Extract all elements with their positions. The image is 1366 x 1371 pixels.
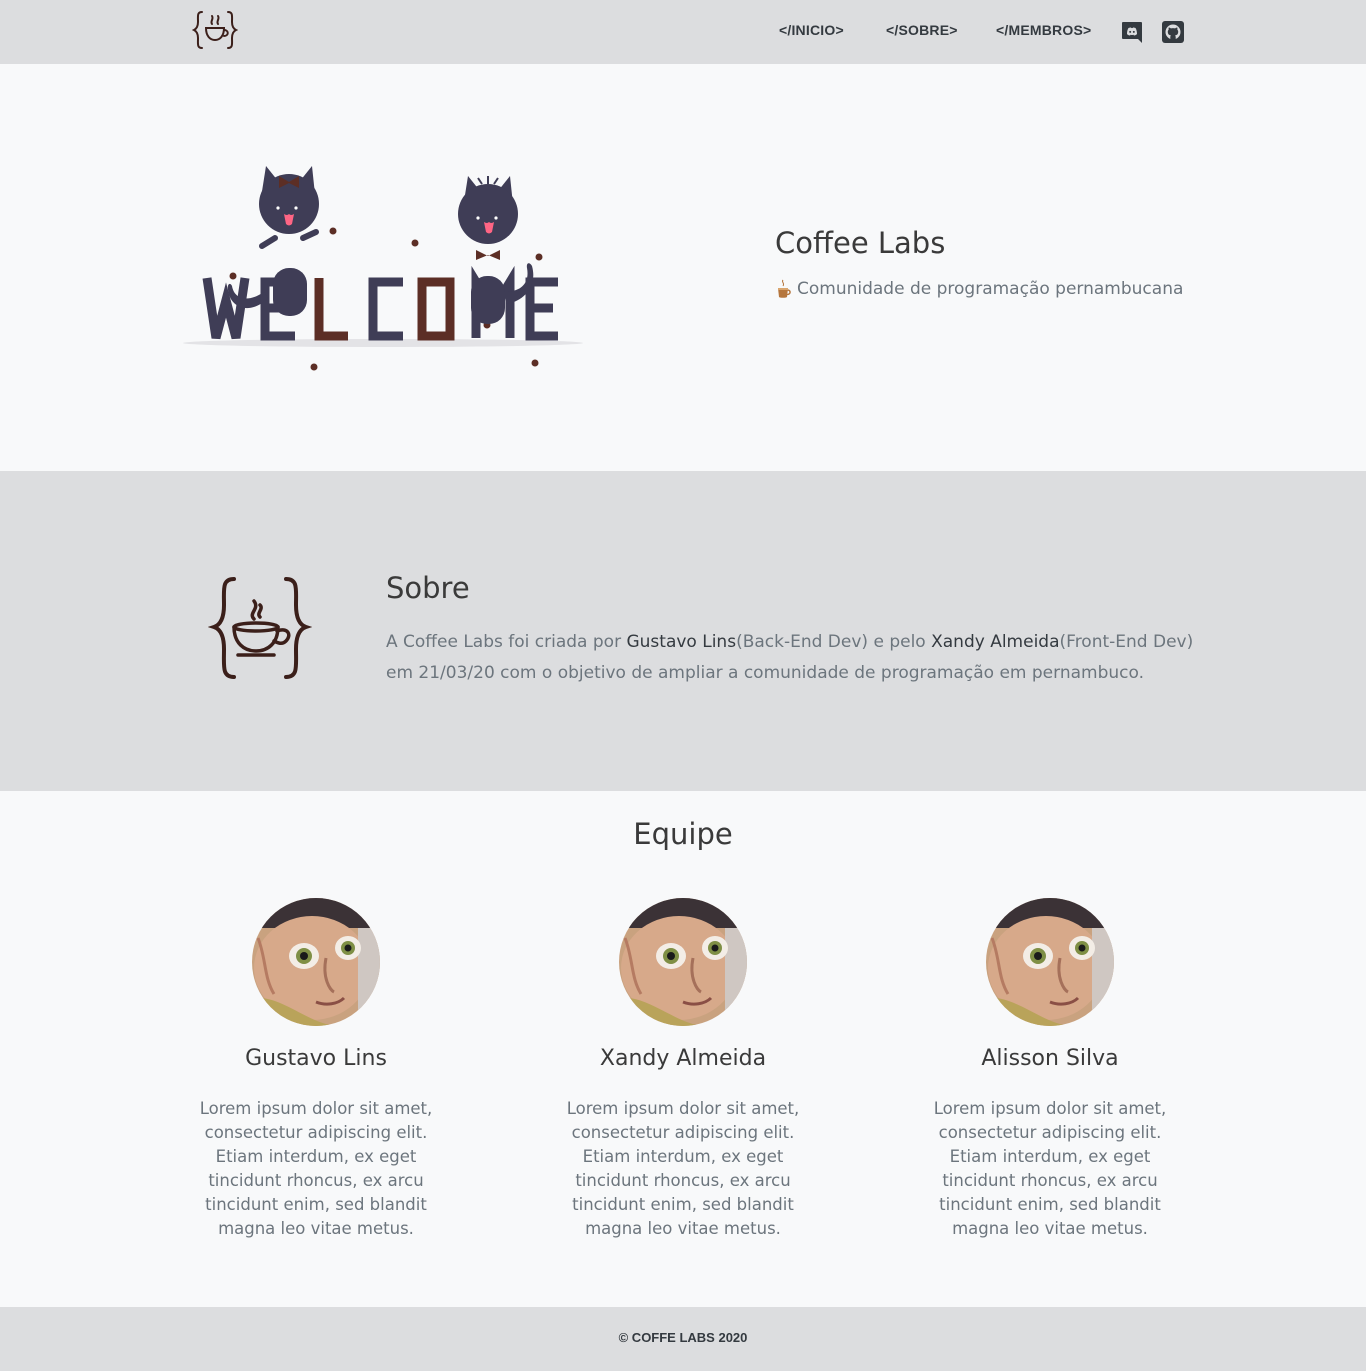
- coffee-braces-logo-icon: [208, 577, 312, 679]
- team-title: Equipe: [633, 817, 733, 851]
- founder-name: Xandy Almeida: [931, 632, 1060, 652]
- discord-icon[interactable]: [1120, 20, 1144, 44]
- member-bio: Lorem ipsum dolor sit amet, consectetur …: [933, 1099, 1167, 1238]
- founder-name: Gustavo Lins: [626, 632, 737, 652]
- member-avatar: [619, 898, 747, 1026]
- about-text: A Coffee Labs foi criada por Gustavo Lin…: [386, 627, 1196, 689]
- nav-link-inicio[interactable]: </INICIO>: [779, 22, 844, 38]
- footer: © COFFE LABS 2020: [0, 1307, 1366, 1371]
- member-bio: Lorem ipsum dolor sit amet, consectetur …: [199, 1099, 433, 1238]
- member-avatar: [252, 898, 380, 1026]
- footer-copyright: © COFFE LABS 2020: [618, 1330, 748, 1345]
- nav-link-sobre[interactable]: </SOBRE>: [886, 22, 958, 38]
- about-text-part: (Back-End Dev) e pelo: [736, 632, 932, 652]
- hero-section: Coffee Labs Comunidade de programação pe…: [0, 64, 1366, 471]
- about-title: Sobre: [386, 571, 470, 605]
- team-member-card: Xandy Almeida Lorem ipsum dolor sit amet…: [533, 898, 833, 1241]
- team-member-card: Alisson Silva Lorem ipsum dolor sit amet…: [900, 898, 1200, 1241]
- member-name: Xandy Almeida: [599, 1046, 767, 1071]
- about-text-part: A Coffee Labs foi criada por: [386, 632, 627, 652]
- member-name: Gustavo Lins: [245, 1046, 387, 1071]
- nav-link-membros[interactable]: </MEMBROS>: [996, 22, 1091, 38]
- welcome-cats-illustration: [183, 166, 583, 371]
- team-member-card: Gustavo Lins Lorem ipsum dolor sit amet,…: [166, 898, 466, 1241]
- about-section: Sobre A Coffee Labs foi criada por Gusta…: [0, 471, 1366, 791]
- team-section: Equipe Gustavo Lins Lorem ipsum dolor si…: [0, 791, 1366, 1307]
- hero-title: Coffee Labs: [775, 226, 946, 260]
- hero-subtitle-text: Comunidade de programação pernambucana: [797, 279, 1184, 299]
- coffee-cup-icon: [778, 279, 791, 298]
- member-avatar: [986, 898, 1114, 1026]
- hero-subtitle: Comunidade de programação pernambucana: [775, 279, 1183, 299]
- github-icon[interactable]: [1161, 20, 1185, 44]
- navbar: </INICIO> </SOBRE> </MEMBROS>: [0, 0, 1366, 64]
- member-bio: Lorem ipsum dolor sit amet, consectetur …: [566, 1099, 800, 1238]
- member-name: Alisson Silva: [981, 1046, 1119, 1071]
